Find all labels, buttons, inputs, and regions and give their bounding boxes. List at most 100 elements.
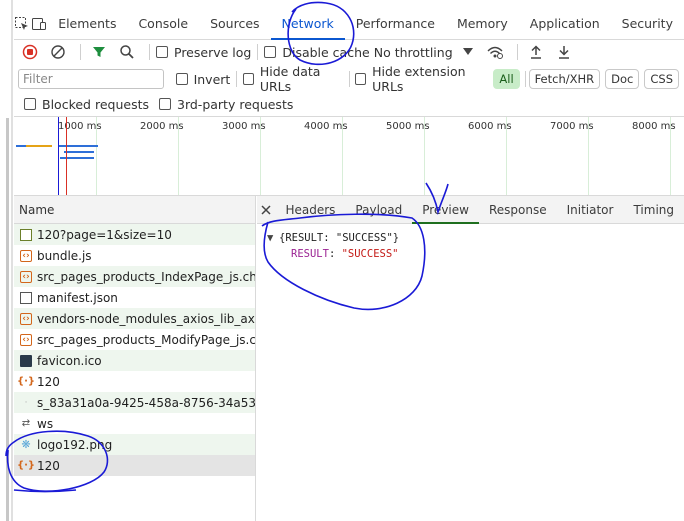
inspect-element-icon[interactable] bbox=[14, 12, 31, 36]
hide-data-urls-checkbox[interactable]: Hide data URLs bbox=[243, 64, 342, 94]
script-icon: ‹› bbox=[20, 270, 32, 283]
disable-cache-label: Disable cache bbox=[282, 44, 370, 60]
request-row[interactable]: manifest.json bbox=[14, 287, 255, 308]
tab-response[interactable]: Response bbox=[479, 196, 557, 224]
filter-row: Filter Invert Hide data URLs Hide extens… bbox=[14, 64, 684, 94]
request-detail-panel: Headers Payload Preview Response Initiat… bbox=[257, 196, 684, 521]
request-row[interactable]: {·} 120 bbox=[14, 371, 255, 392]
request-row[interactable]: ‹› bundle.js bbox=[14, 245, 255, 266]
preserve-log-checkbox[interactable]: Preserve log bbox=[156, 45, 251, 60]
websocket-icon: ⇄ bbox=[21, 418, 31, 429]
blank-file-icon: · bbox=[24, 397, 28, 408]
tab-application[interactable]: Application bbox=[519, 8, 611, 40]
throttling-select[interactable]: No throttling bbox=[374, 45, 473, 60]
tick-label: 1000 ms bbox=[58, 121, 102, 132]
tab-timing[interactable]: Timing bbox=[623, 196, 684, 224]
toolbar-divider bbox=[516, 44, 518, 60]
request-row[interactable]: · s_83a31a0a-9425-458a-8756-34a53ad... bbox=[14, 392, 255, 413]
request-row[interactable]: ❋ logo192.png bbox=[14, 434, 255, 455]
request-bar bbox=[26, 145, 52, 147]
request-row[interactable]: ‹› src_pages_products_IndexPage_js.chun.… bbox=[14, 266, 255, 287]
tab-preview[interactable]: Preview bbox=[412, 196, 479, 224]
document-icon bbox=[20, 228, 32, 241]
type-filter-all[interactable]: All bbox=[493, 69, 520, 89]
request-bar bbox=[58, 145, 98, 147]
manifest-icon bbox=[20, 291, 32, 304]
import-har-icon[interactable] bbox=[524, 40, 548, 64]
toolbar-divider bbox=[348, 71, 350, 87]
tick-label: 3000 ms bbox=[222, 121, 266, 132]
request-row[interactable]: favicon.ico bbox=[14, 350, 255, 371]
type-filter-fetch-xhr[interactable]: Fetch/XHR bbox=[528, 69, 601, 89]
resize-bar bbox=[6, 118, 9, 521]
request-name: 120?page=1&size=10 bbox=[37, 227, 172, 242]
request-row[interactable]: 120?page=1&size=10 bbox=[14, 224, 255, 245]
blocked-requests-checkbox[interactable]: Blocked requests bbox=[24, 97, 149, 112]
json-colon: : bbox=[328, 248, 342, 260]
checkbox-box[interactable] bbox=[156, 46, 168, 58]
tab-performance[interactable]: Performance bbox=[345, 8, 446, 40]
request-list: Name 120?page=1&size=10 ‹› bundle.js ‹› … bbox=[14, 196, 256, 521]
request-name: favicon.ico bbox=[37, 353, 102, 368]
blocked-requests-label: Blocked requests bbox=[42, 96, 149, 112]
checkbox-box[interactable] bbox=[264, 46, 277, 58]
clear-icon[interactable] bbox=[46, 40, 70, 64]
json-property-line: RESULT: "SUCCESS" bbox=[267, 246, 674, 262]
device-toolbar-icon[interactable] bbox=[31, 12, 48, 36]
search-icon[interactable] bbox=[115, 40, 139, 64]
name-column-header[interactable]: Name bbox=[14, 196, 255, 224]
type-filter-css[interactable]: CSS bbox=[644, 69, 679, 89]
tab-elements[interactable]: Elements bbox=[47, 8, 127, 40]
dom-content-loaded-line bbox=[58, 117, 59, 195]
tick-label: 7000 ms bbox=[550, 121, 594, 132]
request-row-selected[interactable]: {·} 120 bbox=[14, 455, 255, 476]
script-icon: ‹› bbox=[20, 333, 32, 346]
tick-label: 2000 ms bbox=[140, 121, 184, 132]
json-root-line[interactable]: ▼ {RESULT: "SUCCESS"} bbox=[267, 230, 674, 246]
disable-cache-checkbox[interactable]: Disable cache bbox=[264, 44, 370, 60]
expand-triangle-icon[interactable]: ▼ bbox=[267, 230, 279, 246]
close-icon[interactable] bbox=[257, 196, 275, 224]
fetch-xhr-icon: {·} bbox=[16, 460, 36, 471]
request-row[interactable]: ‹› vendors-node_modules_axios_lib_axios.… bbox=[14, 308, 255, 329]
tab-initiator[interactable]: Initiator bbox=[557, 196, 624, 224]
hide-extension-urls-checkbox[interactable]: Hide extension URLs bbox=[355, 64, 483, 94]
checkbox-box[interactable] bbox=[24, 98, 36, 110]
tab-headers[interactable]: Headers bbox=[275, 196, 345, 224]
fetch-xhr-icon: {·} bbox=[16, 376, 36, 387]
tab-network[interactable]: Network bbox=[270, 8, 345, 40]
checkbox-box[interactable] bbox=[159, 98, 171, 110]
third-party-requests-checkbox[interactable]: 3rd-party requests bbox=[159, 97, 293, 112]
checkbox-box[interactable] bbox=[355, 73, 367, 85]
request-name: s_83a31a0a-9425-458a-8756-34a53ad... bbox=[37, 395, 255, 410]
tab-payload[interactable]: Payload bbox=[345, 196, 412, 224]
hide-extension-urls-label: Hide extension URLs bbox=[372, 64, 466, 94]
type-filter-doc[interactable]: Doc bbox=[605, 69, 640, 89]
tab-memory[interactable]: Memory bbox=[446, 8, 519, 40]
tab-security[interactable]: Security bbox=[611, 8, 684, 40]
filter-input[interactable]: Filter bbox=[18, 69, 164, 89]
checkbox-box[interactable] bbox=[243, 73, 254, 85]
checkbox-box[interactable] bbox=[175, 73, 188, 85]
request-name: logo192.png bbox=[37, 437, 113, 452]
request-row[interactable]: ⇄ ws bbox=[14, 413, 255, 434]
tab-console[interactable]: Console bbox=[127, 8, 199, 40]
script-icon: ‹› bbox=[20, 249, 32, 262]
request-row[interactable]: ‹› src_pages_products_ModifyPage_js.chu.… bbox=[14, 329, 255, 350]
tick-label: 8000 ms bbox=[632, 121, 676, 132]
export-har-icon[interactable] bbox=[552, 40, 576, 64]
json-value: "SUCCESS" bbox=[341, 248, 399, 260]
record-icon[interactable] bbox=[18, 40, 42, 64]
left-edge bbox=[0, 0, 14, 521]
tab-sources[interactable]: Sources bbox=[199, 8, 270, 40]
invert-checkbox[interactable]: Invert bbox=[175, 72, 230, 87]
network-conditions-icon[interactable] bbox=[483, 40, 507, 64]
toolbar-divider bbox=[80, 44, 81, 60]
toolbar-divider bbox=[257, 44, 259, 60]
third-party-requests-label: 3rd-party requests bbox=[177, 96, 294, 112]
network-toolbar: Preserve log Disable cache No throttling bbox=[14, 40, 684, 64]
filter-icon[interactable] bbox=[87, 40, 111, 64]
hide-data-urls-label: Hide data URLs bbox=[259, 64, 321, 94]
timeline-overview[interactable]: 1000 ms 2000 ms 3000 ms 4000 ms 5000 ms … bbox=[14, 116, 684, 196]
toolbar-divider bbox=[524, 71, 526, 87]
